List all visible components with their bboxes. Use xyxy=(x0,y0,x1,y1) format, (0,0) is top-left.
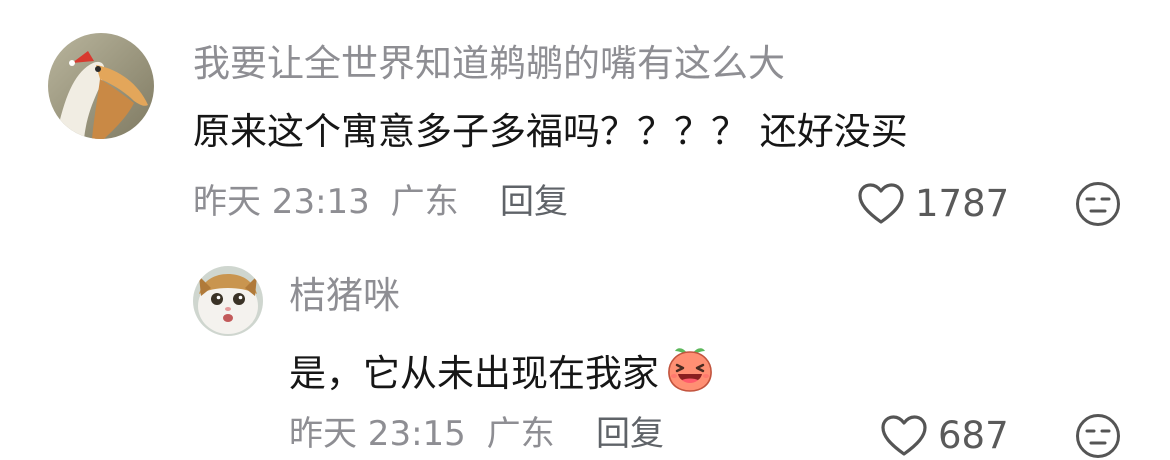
comment-time: 昨天 23:15 xyxy=(289,414,466,454)
cat-avatar xyxy=(193,266,263,336)
comment-item: 我要让全世界知道鹈鹕的嘴有这么大 原来这个寓意多子多福吗？？？？ 还好没买 昨天… xyxy=(0,0,1170,250)
neutral-face-icon xyxy=(1076,182,1120,226)
comment-text: 原来这个寓意多子多福吗？？？？ 还好没买 xyxy=(193,108,908,156)
laughing-peach-emoji xyxy=(665,343,715,405)
comment-location: 广东 xyxy=(390,182,459,222)
heart-icon xyxy=(881,415,927,456)
like-button[interactable]: 1787 xyxy=(857,180,1009,228)
dislike-button[interactable] xyxy=(1074,412,1122,460)
comment-text-body: 是，它从未出现在我家 xyxy=(289,352,659,395)
reply-comment-item: 桔猪咪 是，它从未出现在我家 昨天 23:15 广东 回复 687 xyxy=(0,250,1170,458)
dislike-button[interactable] xyxy=(1074,180,1122,228)
like-button[interactable]: 687 xyxy=(880,412,1009,460)
username[interactable]: 桔猪咪 xyxy=(289,272,400,320)
comment-time: 昨天 23:13 xyxy=(193,182,370,222)
username[interactable]: 我要让全世界知道鹈鹕的嘴有这么大 xyxy=(193,40,785,88)
reply-button[interactable]: 回复 xyxy=(500,178,568,226)
comment-location: 广东 xyxy=(486,414,555,454)
comment-text: 是，它从未出现在我家 xyxy=(289,343,715,405)
comment-meta: 昨天 23:13 广东 xyxy=(193,178,459,226)
like-count: 1787 xyxy=(915,182,1010,225)
heart-icon xyxy=(858,183,904,224)
like-count: 687 xyxy=(938,414,1009,457)
comment-text-body: 原来这个寓意多子多福吗？？？？ 还好没买 xyxy=(193,110,908,153)
reply-button[interactable]: 回复 xyxy=(596,410,664,458)
avatar[interactable] xyxy=(48,33,154,139)
neutral-face-icon xyxy=(1076,414,1120,458)
avatar[interactable] xyxy=(193,266,263,336)
comment-meta: 昨天 23:15 广东 xyxy=(289,410,555,458)
pelican-avatar xyxy=(48,33,154,139)
